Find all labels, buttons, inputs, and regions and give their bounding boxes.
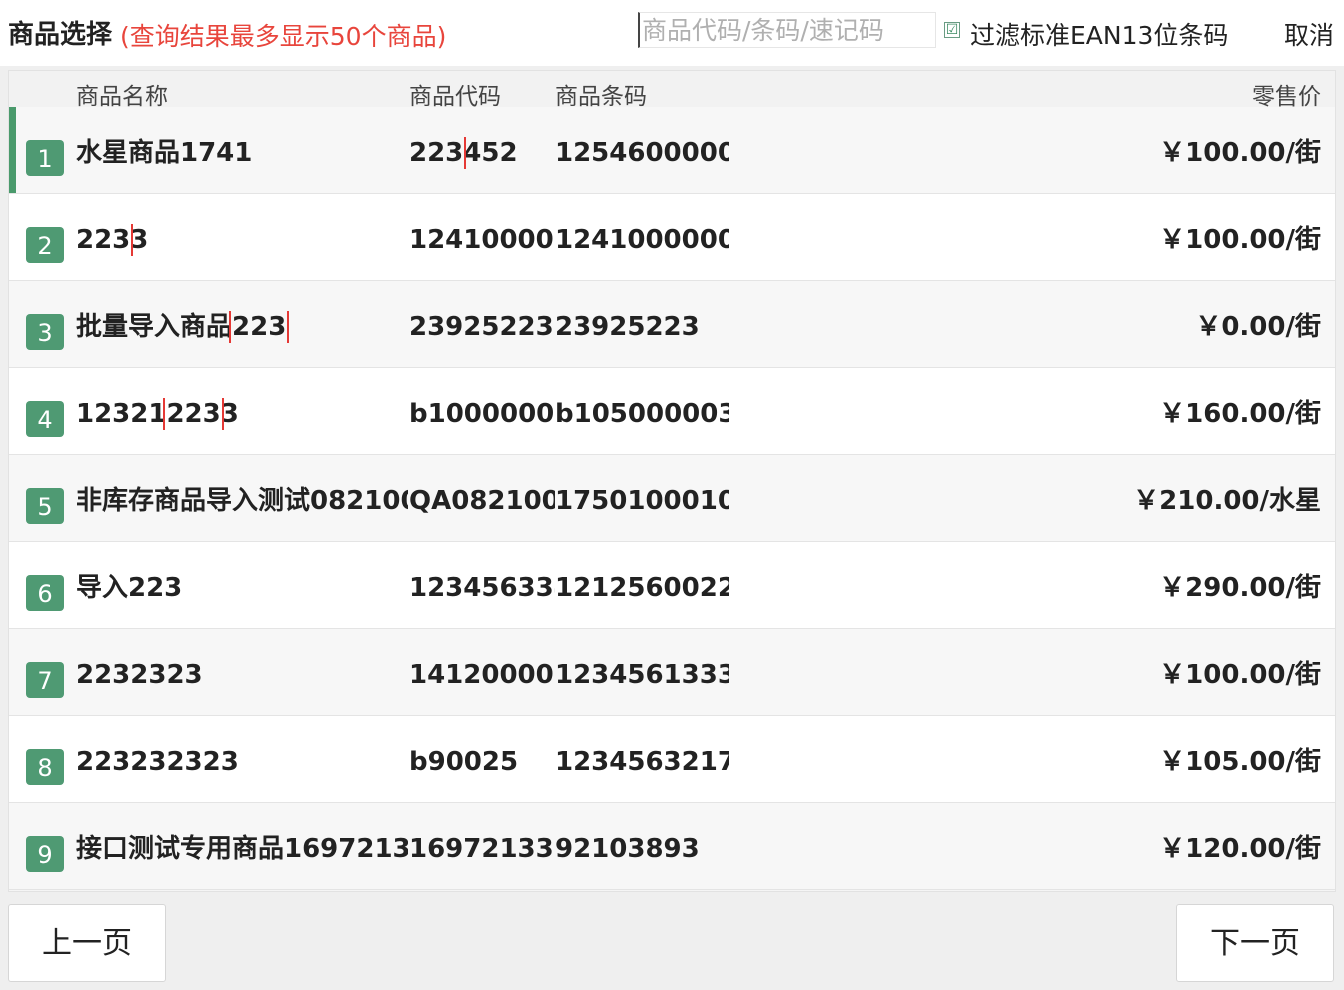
retail-price: ￥100.00/街 [1159, 138, 1321, 168]
retail-price: ￥100.00/街 [1159, 225, 1321, 255]
retail-price: ￥100.00/街 [1159, 660, 1321, 690]
table-row[interactable]: 3 批量导入商品223 23925223 23925223 ￥0.00/街 [9, 281, 1335, 368]
column-header-code: 商品代码 [409, 84, 501, 110]
row-index-badge: 8 [26, 749, 64, 785]
row-index-badge: 2 [26, 227, 64, 263]
table-row[interactable]: 8 223232323 b90025 1234563217 ￥105.00/街 [9, 716, 1335, 803]
table-row[interactable]: 9 接口测试专用商品16972133 16972133 92103893 ￥120.00… [9, 803, 1335, 890]
product-name: 批量导入商品223 [76, 311, 290, 343]
row-index-badge: 4 [26, 401, 64, 437]
product-name: 2233 [76, 224, 149, 256]
next-page-button[interactable]: 下一页 [1176, 904, 1334, 982]
product-name: 123212233 [76, 398, 239, 430]
row-index-badge: 9 [26, 836, 64, 872]
product-code: 141200001 [409, 660, 555, 690]
product-name: 非库存商品导入测试0821000 [76, 486, 408, 516]
table-row[interactable]: 5 非库存商品导入测试0821000QA082100017501000104 ￥21… [9, 455, 1335, 542]
product-barcode: 12546000005 [555, 138, 729, 168]
row-index-badge: 6 [26, 575, 64, 611]
table-row[interactable]: 1 水星商品1741 223452 12546000005 ￥100.00/街 [9, 107, 1335, 194]
product-name: 223232323 [76, 747, 239, 777]
retail-price: ￥105.00/街 [1159, 747, 1321, 777]
retail-price: ￥0.00/街 [1195, 312, 1321, 342]
product-name: 接口测试专用商品16972133 [76, 834, 408, 864]
product-code: 12345633412 [409, 573, 555, 603]
product-barcode: 23925223 [555, 312, 700, 342]
header-bar: 商品选择 (查询结果最多显示50个商品) ☑ 过滤标准EAN13位条码 取消 [0, 0, 1344, 66]
filter-label: 过滤标准EAN13位条码 [970, 21, 1229, 50]
row-index-badge: 3 [26, 314, 64, 350]
search-match-highlight: 223 [409, 137, 467, 169]
retail-price: ￥160.00/街 [1159, 399, 1321, 429]
prev-page-button[interactable]: 上一页 [8, 904, 166, 982]
product-code: 16972133 [409, 834, 554, 864]
table-row[interactable]: 2 2233 1241000000112410000001 ￥100.00/街 [9, 194, 1335, 281]
cancel-button[interactable]: 取消 [1284, 16, 1334, 52]
retail-price: ￥290.00/街 [1159, 573, 1321, 603]
product-code: b10000000 [409, 399, 555, 429]
product-code: b90025 [409, 747, 519, 777]
table-row[interactable]: 4 123212233 b10000000b10500000393 ￥160.00/街 [9, 368, 1335, 455]
retail-price: ￥120.00/街 [1159, 834, 1321, 864]
retail-price: ￥210.00/水星 [1133, 486, 1321, 516]
product-code: QA0821000 [409, 486, 555, 516]
product-barcode: 92103893 [555, 834, 700, 864]
search-match-highlight: 223 [229, 311, 290, 343]
column-header-barcode: 商品条码 [555, 84, 647, 110]
result-limit-note: (查询结果最多显示50个商品) [120, 22, 447, 51]
search-match-highlight: 223 [163, 398, 224, 430]
table-row[interactable]: 7 2232323 14120000112345613331 ￥100.00/街 [9, 629, 1335, 716]
table-row[interactable]: 6 导入223 1234563341212125600224 ￥290.00/街 [9, 542, 1335, 629]
search-match-highlight: 223 [76, 224, 134, 256]
product-list: 商品名称 商品代码 商品条码 零售价 1 水星商品1741 223452 125460… [8, 70, 1336, 892]
product-name: 导入223 [76, 573, 183, 603]
product-barcode: 12410000001 [555, 225, 729, 255]
product-code: 23925223 [409, 312, 554, 342]
column-header-price: 零售价 [1252, 84, 1321, 110]
product-name: 水星商品1741 [76, 138, 253, 168]
row-index-badge: 7 [26, 662, 64, 698]
column-header-name: 商品名称 [76, 84, 168, 110]
product-code: 12410000001 [409, 225, 555, 255]
dialog-title: 商品选择 [8, 20, 113, 50]
table-body: 1水星商品174122345212546000005￥100.00/街22233… [9, 107, 1335, 890]
search-input[interactable] [638, 12, 936, 48]
product-barcode: 12125600224 [555, 573, 729, 603]
product-code: 223452 [409, 137, 518, 169]
row-index-badge: 5 [26, 488, 64, 524]
table-header: 商品名称 商品代码 商品条码 零售价 [9, 71, 1335, 110]
product-barcode: 1234563217 [555, 747, 729, 777]
product-barcode: 12345613331 [555, 660, 729, 690]
product-barcode: 17501000104 [555, 486, 729, 516]
product-barcode: b10500000393 [555, 399, 729, 429]
product-name: 2232323 [76, 660, 203, 690]
checkbox-icon[interactable]: ☑ [944, 22, 960, 38]
row-index-badge: 1 [26, 140, 64, 176]
